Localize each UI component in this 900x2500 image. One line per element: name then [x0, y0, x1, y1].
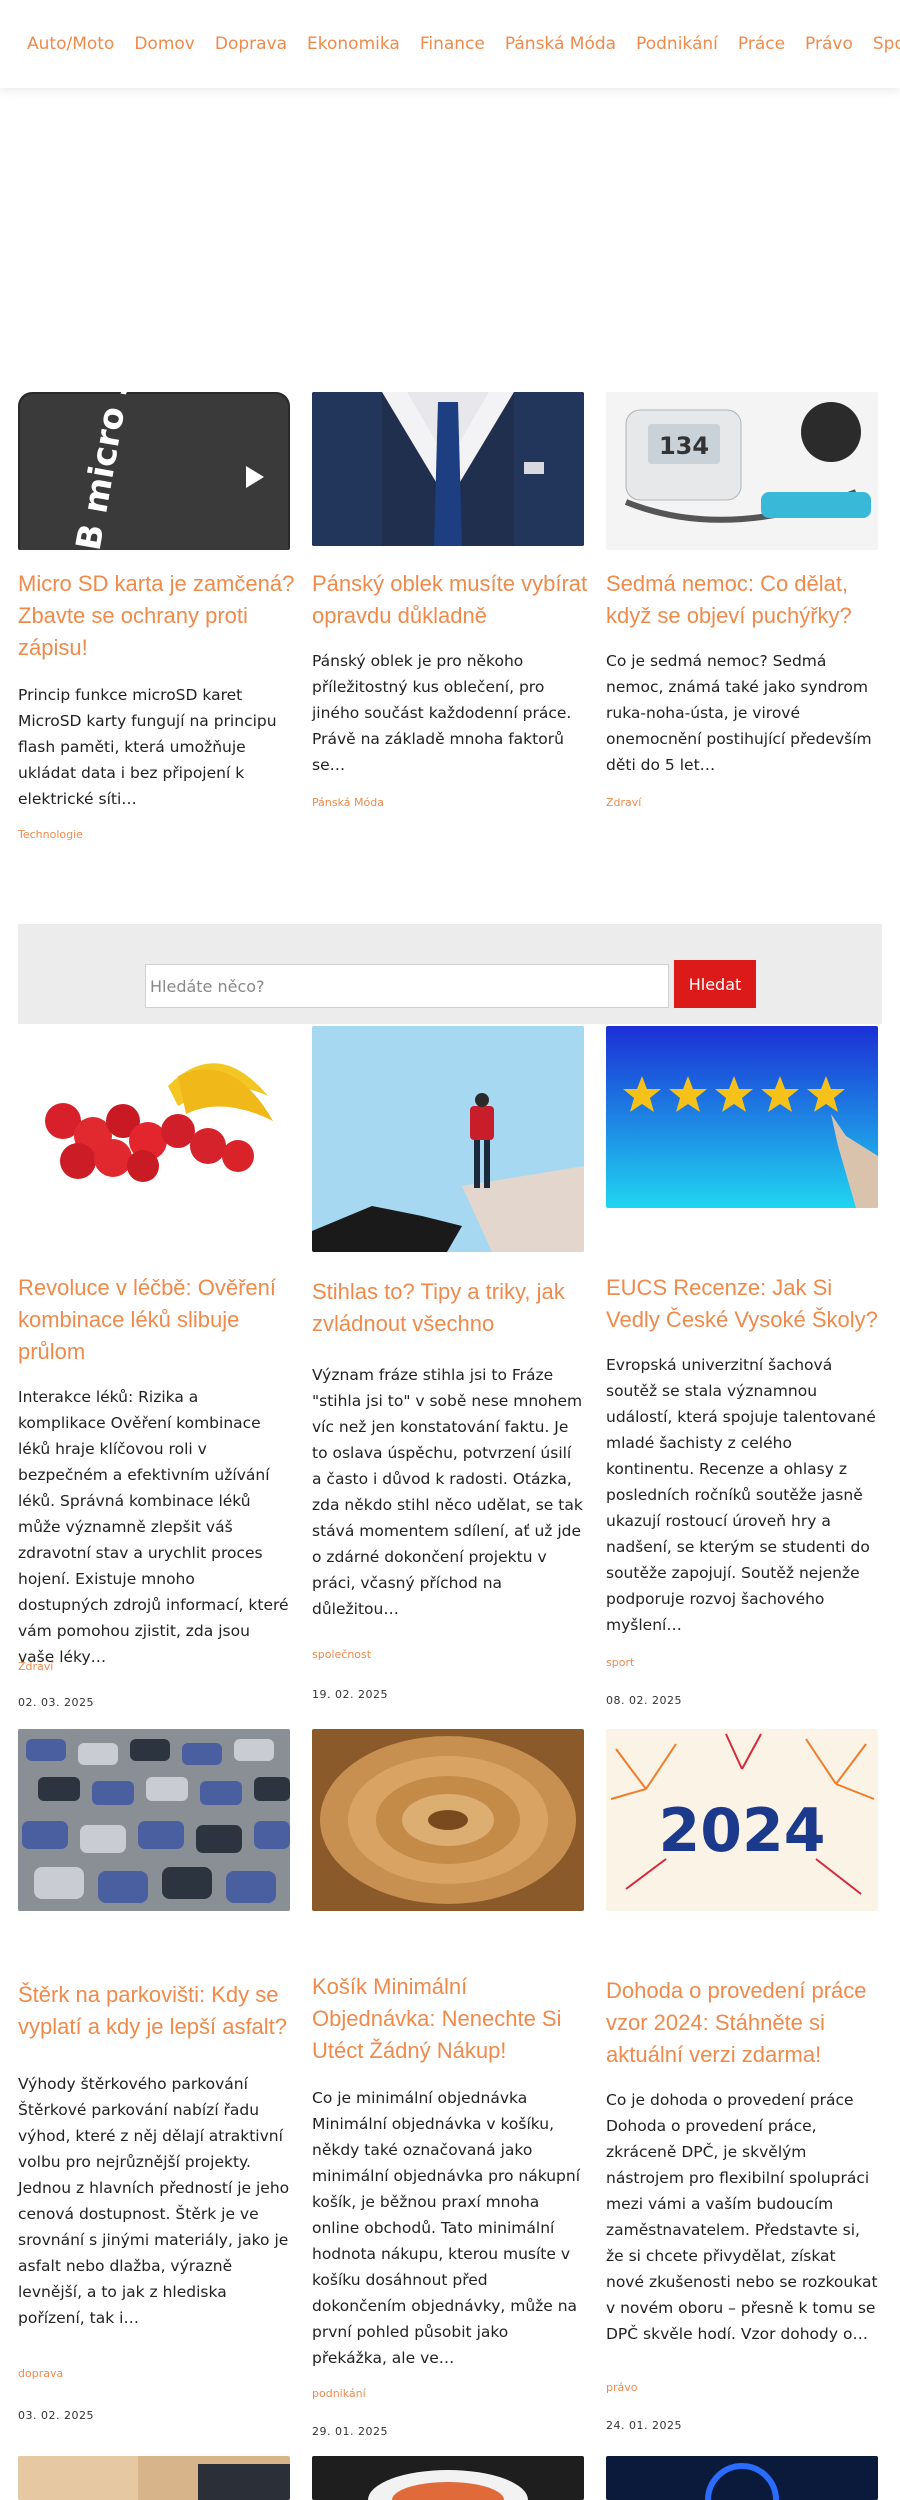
article-thumbnail[interactable]: 2GB micro SD [18, 392, 290, 550]
article-thumbnail[interactable] [18, 1729, 290, 1911]
nav-item-ekonomika[interactable]: Ekonomika [307, 34, 400, 54]
article-excerpt: Pánský oblek je pro někoho příležitostný… [312, 652, 572, 774]
article-date: 19. 02. 2025 [312, 1688, 388, 1701]
article-excerpt: Výhody štěrkového parkování Štěrkové par… [18, 2075, 290, 2327]
nav-item-panska-moda[interactable]: Pánská Móda [505, 34, 616, 54]
article-category[interactable]: Zdraví [18, 1660, 53, 1673]
article-category[interactable]: Zdraví [606, 796, 641, 809]
article-category[interactable]: právo [606, 2381, 638, 2394]
nav-item-prace[interactable]: Práce [738, 34, 785, 54]
article-title[interactable]: Štěrk na parkovišti: Kdy se vyplatí a kd… [18, 1979, 298, 2043]
article-card: 2GB micro SD Micro SD karta je zamčená? … [18, 392, 294, 841]
nav-item-pravo[interactable]: Právo [805, 34, 853, 54]
article-thumbnail[interactable] [312, 1026, 584, 1252]
article-card: Stihlas to? Tipy a triky, jak zvládnout … [312, 1026, 584, 1701]
article-thumbnail[interactable]: 2024 [606, 1729, 878, 1911]
nav-item-finance[interactable]: Finance [420, 34, 485, 54]
article-category[interactable]: doprava [18, 2367, 63, 2380]
thumb-year-label: 2024 [659, 1796, 826, 1866]
article-thumbnail[interactable] [606, 2456, 878, 2500]
article-date: 24. 01. 2025 [606, 2419, 682, 2432]
search-section: Hledat [18, 924, 882, 1024]
search-button[interactable]: Hledat [674, 960, 756, 1008]
thumb-monitor-reading: 134 [659, 432, 709, 460]
article-card: EUCS Recenze: Jak Si Vedly České Vysoké … [606, 1026, 878, 1707]
article-category[interactable]: společnost [312, 1648, 371, 1661]
article-card: 2024 Dohoda o provedení práce vzor 2024:… [606, 1729, 878, 2432]
article-excerpt: Co je dohoda o provedení práce Dohoda o … [606, 2091, 878, 2343]
article-excerpt: Co je minimální objednávka Minimální obj… [312, 2089, 581, 2367]
article-date: 02. 03. 2025 [18, 1696, 94, 1709]
article-thumbnail[interactable] [18, 1026, 290, 1208]
nav-item-domov[interactable]: Domov [134, 34, 195, 54]
nav-item-auto-moto[interactable]: Auto/Moto [27, 34, 114, 54]
article-card: Košík Minimální Objednávka: Nenechte Si … [312, 1729, 584, 2438]
article-excerpt: Princip funkce microSD karet MicroSD kar… [18, 686, 277, 808]
article-excerpt: Co je sedmá nemoc? Sedmá nemoc, známá ta… [606, 652, 872, 774]
article-card: Štěrk na parkovišti: Kdy se vyplatí a kd… [18, 1729, 290, 2422]
nav-item-spolecnost[interactable]: Společnost [873, 34, 900, 54]
article-card [18, 2456, 290, 2500]
article-title[interactable]: Revoluce v léčbě: Ověření kombinace léků… [18, 1272, 298, 1368]
article-date: 29. 01. 2025 [312, 2425, 388, 2438]
article-date: 03. 02. 2025 [18, 2409, 94, 2422]
article-category[interactable]: Pánská Móda [312, 796, 384, 809]
nav-item-doprava[interactable]: Doprava [215, 34, 287, 54]
article-title[interactable]: Košík Minimální Objednávka: Nenechte Si … [312, 1971, 592, 2067]
article-card: Revoluce v léčbě: Ověření kombinace léků… [18, 1026, 290, 1709]
search-input[interactable] [145, 964, 669, 1008]
article-card: Pánský oblek musíte vybírat opravdu důkl… [312, 392, 587, 809]
article-category[interactable]: Technologie [18, 828, 83, 841]
article-title[interactable]: Micro SD karta je zamčená? Zbavte se och… [18, 568, 298, 664]
article-thumbnail[interactable] [18, 2456, 290, 2500]
article-excerpt: Význam fráze stihla jsi to Fráze "stihla… [312, 1366, 583, 1618]
article-category[interactable]: sport [606, 1656, 634, 1669]
article-title[interactable]: EUCS Recenze: Jak Si Vedly České Vysoké … [606, 1272, 886, 1336]
article-date: 08. 02. 2025 [606, 1694, 682, 1707]
article-card [606, 2456, 878, 2500]
article-title[interactable]: Sedmá nemoc: Co dělat, když se objeví pu… [606, 568, 886, 632]
article-excerpt: Interakce léků: Rizika a komplikace Ověř… [18, 1388, 289, 1666]
article-category[interactable]: podnikání [312, 2387, 366, 2400]
article-card: 134 Sedmá nemoc: Co dělat, když se objev… [606, 392, 878, 809]
article-thumbnail[interactable] [312, 1729, 584, 1911]
article-card [312, 2456, 584, 2500]
article-thumbnail[interactable] [312, 392, 584, 546]
article-title[interactable]: Dohoda o provedení práce vzor 2024: Stáh… [606, 1975, 886, 2071]
article-thumbnail[interactable] [606, 1026, 878, 1208]
article-title[interactable]: Stihlas to? Tipy a triky, jak zvládnout … [312, 1276, 592, 1340]
nav-item-podnikani[interactable]: Podnikání [636, 34, 718, 54]
article-title[interactable]: Pánský oblek musíte vybírat opravdu důkl… [312, 568, 592, 632]
top-navigation: Auto/Moto Domov Doprava Ekonomika Financ… [0, 0, 900, 88]
article-thumbnail[interactable] [312, 2456, 584, 2500]
article-excerpt: Evropská univerzitní šachová soutěž se s… [606, 1356, 876, 1634]
article-thumbnail[interactable]: 134 [606, 392, 878, 550]
